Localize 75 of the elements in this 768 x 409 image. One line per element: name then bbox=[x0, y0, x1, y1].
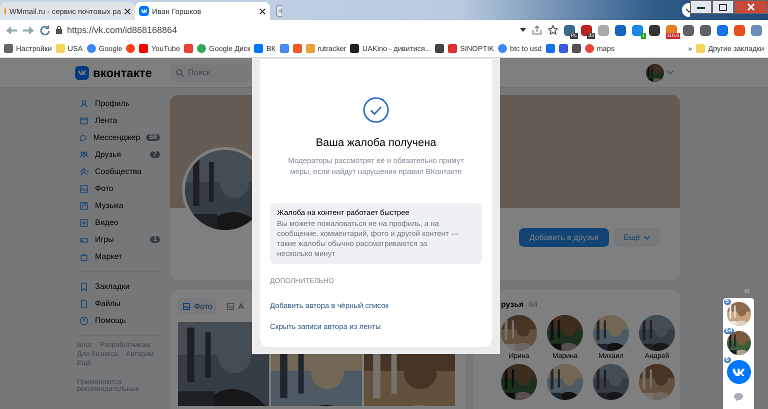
image-icon bbox=[79, 184, 89, 194]
friend-avatar[interactable] bbox=[593, 364, 629, 400]
nav-item[interactable]: Видео bbox=[75, 214, 160, 231]
minimize-icon bbox=[697, 5, 705, 9]
close-icon[interactable] bbox=[259, 8, 266, 14]
file-icon bbox=[79, 298, 89, 308]
logo-text: вконтакте bbox=[93, 66, 152, 80]
site-favicon-icon bbox=[86, 44, 96, 53]
maximize-icon bbox=[719, 4, 727, 10]
close-icon bbox=[747, 3, 755, 11]
chevron-down-icon[interactable] bbox=[682, 3, 690, 17]
close-button[interactable] bbox=[734, 0, 768, 14]
nav-item[interactable]: Закладки bbox=[75, 278, 160, 295]
nav-item[interactable]: Профиль bbox=[75, 95, 160, 112]
folder-icon bbox=[56, 44, 65, 53]
friend-avatar[interactable] bbox=[593, 315, 629, 351]
play-icon bbox=[79, 218, 89, 228]
group-icon bbox=[79, 166, 89, 176]
nav-item[interactable]: Файлы bbox=[75, 295, 160, 312]
reload-icon[interactable] bbox=[40, 25, 50, 35]
share-icon[interactable] bbox=[532, 25, 542, 35]
chevron-down-icon bbox=[644, 236, 650, 240]
friend-avatar[interactable] bbox=[501, 315, 537, 351]
minimize-button[interactable] bbox=[690, 0, 712, 14]
friends-title: рузья bbox=[501, 300, 524, 309]
folder-icon bbox=[696, 44, 706, 53]
friend-avatar[interactable] bbox=[547, 315, 583, 351]
favicon-icon bbox=[4, 6, 6, 16]
feed-icon bbox=[79, 116, 89, 126]
lock-icon bbox=[56, 26, 62, 34]
friend-avatar[interactable] bbox=[639, 364, 675, 400]
bookmark[interactable] bbox=[434, 44, 444, 53]
site-favicon-icon bbox=[498, 44, 508, 53]
people-icon bbox=[79, 150, 89, 160]
address-field[interactable]: https://vk.com/id868168864 bbox=[67, 25, 178, 35]
extension-icon[interactable] bbox=[615, 24, 626, 36]
friends-count: 64 bbox=[528, 300, 538, 309]
bag-icon bbox=[79, 252, 89, 262]
bookmark-icon bbox=[79, 282, 89, 292]
profile-avatar[interactable] bbox=[646, 64, 664, 82]
extension-icon[interactable] bbox=[700, 24, 711, 36]
image-icon bbox=[182, 302, 191, 310]
new-tab-icon[interactable] bbox=[276, 5, 282, 17]
friend-avatar[interactable] bbox=[547, 364, 583, 400]
add-friend-button[interactable]: Добавить в друзья bbox=[519, 228, 609, 247]
nav-item[interactable]: Помощь bbox=[75, 312, 160, 329]
chat-bubble-icon bbox=[79, 132, 88, 142]
nav-item[interactable]: Музыка bbox=[75, 197, 160, 214]
maximize-button[interactable] bbox=[712, 0, 734, 14]
site-favicon-icon bbox=[254, 44, 264, 53]
music-icon bbox=[79, 200, 89, 210]
media-tab[interactable]: Фото bbox=[178, 298, 216, 314]
image-icon bbox=[226, 302, 236, 310]
nav-item[interactable]: Фото bbox=[75, 180, 160, 197]
site-favicon-icon bbox=[350, 44, 360, 53]
help-icon bbox=[79, 316, 89, 326]
search-icon bbox=[176, 68, 184, 76]
nav-item[interactable]: Лента bbox=[75, 112, 160, 129]
media-tab[interactable]: А bbox=[222, 298, 248, 314]
friend-avatar[interactable] bbox=[501, 364, 537, 400]
check-circle-icon bbox=[363, 97, 389, 123]
close-icon[interactable] bbox=[124, 8, 131, 14]
friend-avatar[interactable] bbox=[639, 315, 675, 351]
user-icon bbox=[79, 98, 89, 108]
vk-logo-icon bbox=[732, 368, 746, 376]
nav-item[interactable]: Маркет bbox=[75, 248, 160, 265]
vk-logo-icon bbox=[78, 70, 86, 76]
star-icon[interactable] bbox=[548, 25, 558, 35]
nav-item[interactable]: Сообщества bbox=[75, 163, 160, 180]
vk-logo-icon bbox=[140, 8, 148, 14]
dialog-title: Ваша жалоба получена bbox=[316, 137, 436, 149]
caret-icon[interactable] bbox=[520, 28, 526, 32]
extension-icon[interactable] bbox=[649, 24, 660, 36]
extension-icon[interactable] bbox=[683, 24, 694, 36]
gear-icon bbox=[4, 44, 13, 53]
